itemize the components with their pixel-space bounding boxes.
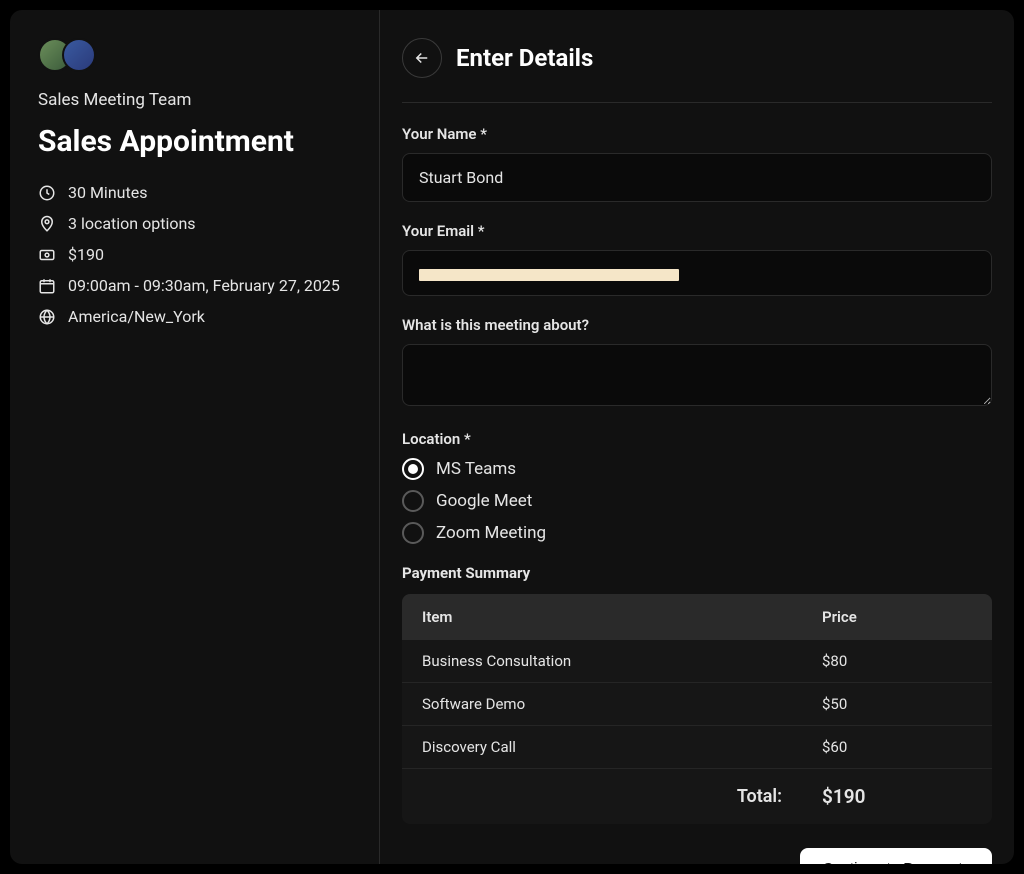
payment-table: Item Price Business Consultation $80 Sof… — [402, 594, 992, 824]
header: Enter Details — [402, 38, 992, 103]
location-option-ms-teams[interactable]: MS Teams — [402, 458, 992, 480]
email-field: Your Email * — [402, 222, 992, 296]
email-label: Your Email * — [402, 222, 992, 240]
location-option-google-meet[interactable]: Google Meet — [402, 490, 992, 512]
price-row: $190 — [38, 245, 351, 264]
total-row: Total: $190 — [402, 769, 992, 824]
name-field: Your Name * — [402, 125, 992, 202]
table-row: Business Consultation $80 — [402, 640, 992, 683]
booking-container: Sales Meeting Team Sales Appointment 30 … — [10, 10, 1014, 864]
radio-icon — [402, 522, 424, 544]
about-label: What is this meeting about? — [402, 316, 992, 334]
locations-row: 3 location options — [38, 214, 351, 233]
appointment-title: Sales Appointment — [38, 124, 351, 159]
footer: Continue to Payments — [402, 848, 992, 864]
radio-label: Google Meet — [436, 491, 532, 511]
price-icon — [38, 246, 56, 264]
item-name: Discovery Call — [422, 738, 822, 756]
sidebar: Sales Meeting Team Sales Appointment 30 … — [10, 10, 380, 864]
item-price: $50 — [822, 695, 972, 713]
table-header: Item Price — [402, 594, 992, 640]
item-name: Software Demo — [422, 695, 822, 713]
arrow-left-icon — [413, 49, 431, 67]
duration-row: 30 Minutes — [38, 183, 351, 202]
item-name: Business Consultation — [422, 652, 822, 670]
location-pin-icon — [38, 215, 56, 233]
item-price: $60 — [822, 738, 972, 756]
clock-icon — [38, 184, 56, 202]
continue-button[interactable]: Continue to Payments — [800, 848, 992, 864]
table-row: Software Demo $50 — [402, 683, 992, 726]
name-label: Your Name * — [402, 125, 992, 143]
header-item: Item — [422, 608, 822, 626]
radio-label: Zoom Meeting — [436, 523, 546, 543]
redacted-email — [419, 269, 679, 281]
page-title: Enter Details — [456, 44, 593, 72]
timezone-row: America/New_York — [38, 307, 351, 326]
header-price: Price — [822, 608, 972, 626]
total-value: $190 — [822, 785, 972, 808]
table-row: Discovery Call $60 — [402, 726, 992, 769]
duration-text: 30 Minutes — [68, 183, 147, 202]
radio-icon — [402, 490, 424, 512]
radio-icon — [402, 458, 424, 480]
location-option-zoom[interactable]: Zoom Meeting — [402, 522, 992, 544]
main-panel: Enter Details Your Name * Your Email * W… — [380, 10, 1014, 864]
timezone-text: America/New_York — [68, 307, 205, 326]
globe-icon — [38, 308, 56, 326]
item-price: $80 — [822, 652, 972, 670]
email-input[interactable] — [402, 250, 992, 296]
team-name: Sales Meeting Team — [38, 90, 351, 110]
team-avatars — [38, 38, 351, 72]
datetime-row: 09:00am - 09:30am, February 27, 2025 — [38, 276, 351, 295]
payment-summary-title: Payment Summary — [402, 564, 992, 582]
avatar — [62, 38, 96, 72]
calendar-icon — [38, 277, 56, 295]
about-input[interactable] — [402, 344, 992, 406]
radio-label: MS Teams — [436, 459, 516, 479]
datetime-text: 09:00am - 09:30am, February 27, 2025 — [68, 276, 340, 295]
name-input[interactable] — [402, 153, 992, 202]
location-label: Location * — [402, 430, 992, 448]
locations-text: 3 location options — [68, 214, 196, 233]
about-field: What is this meeting about? — [402, 316, 992, 410]
location-field: Location * MS Teams Google Meet Zoom Mee… — [402, 430, 992, 544]
price-text: $190 — [68, 245, 104, 264]
back-button[interactable] — [402, 38, 442, 78]
total-label: Total: — [737, 786, 782, 807]
